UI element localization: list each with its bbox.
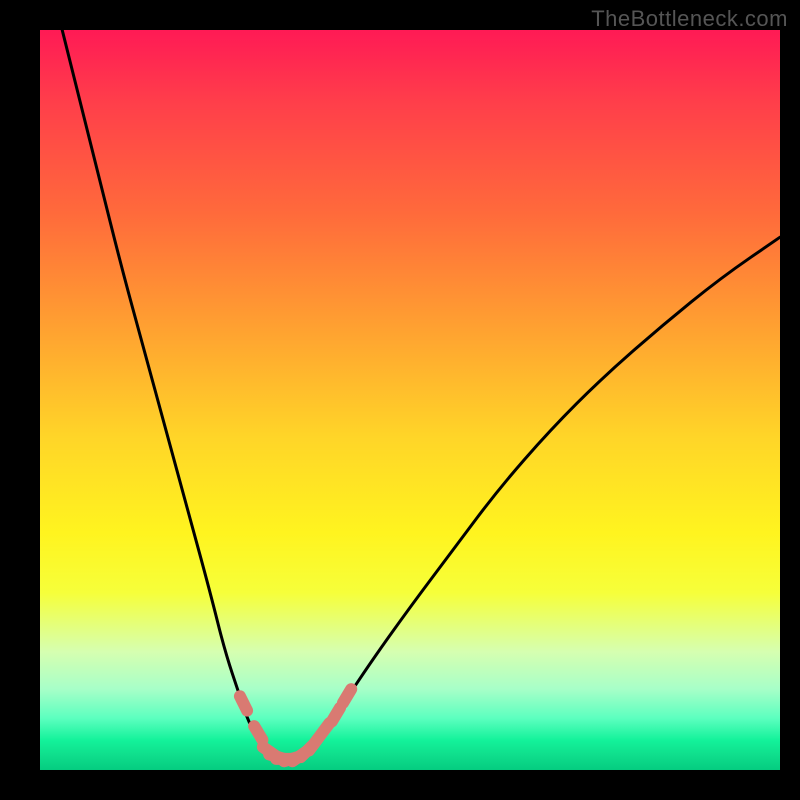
trough-markers: [240, 689, 351, 761]
watermark-text: TheBottleneck.com: [591, 6, 788, 32]
trough-marker: [240, 696, 247, 710]
curve-line: [62, 30, 780, 759]
plot-area: [40, 30, 780, 770]
trough-marker: [343, 689, 351, 703]
bottleneck-curve: [40, 30, 780, 770]
trough-marker: [254, 726, 262, 740]
chart-frame: TheBottleneck.com: [0, 0, 800, 800]
trough-marker: [332, 708, 340, 722]
